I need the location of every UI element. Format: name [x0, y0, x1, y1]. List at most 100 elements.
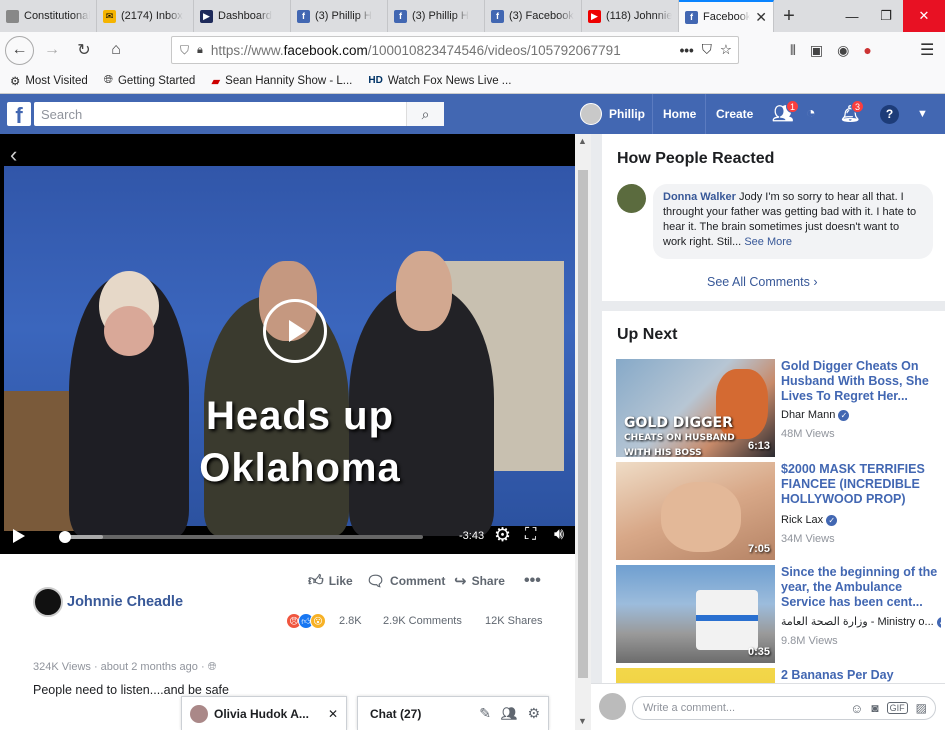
- sidebar-icon[interactable]: ▣: [810, 42, 823, 59]
- group-icon[interactable]: 👥︎: [501, 706, 518, 722]
- commenter-name[interactable]: Donna Walker: [663, 191, 736, 203]
- forward-button[interactable]: →: [38, 36, 66, 64]
- more-actions-icon[interactable]: •••: [680, 43, 694, 58]
- up-next-panel: Up Next GOLD DIGGER CHEATS ON HUSBAND WITH…: [602, 311, 945, 683]
- view-count: 48M Views: [781, 428, 835, 440]
- help-icon[interactable]: ?: [880, 94, 899, 134]
- avatar[interactable]: [33, 587, 63, 617]
- video-thumbnail[interactable]: GOLD DIGGER CHEATS ON HUSBAND WITH HIS BOS…: [616, 359, 775, 457]
- chat-tab[interactable]: Chat (27) ✎ 👥︎ ⚙: [357, 696, 549, 730]
- close-tab-icon[interactable]: ✕: [755, 9, 767, 26]
- gif-icon[interactable]: GIF: [886, 702, 908, 714]
- video-thumbnail[interactable]: 7:05: [616, 462, 775, 560]
- reaction-icons[interactable]: 😠︎ 👍︎ 😮︎: [286, 613, 326, 629]
- account-icon[interactable]: ◉: [837, 42, 849, 59]
- settings-gear-icon[interactable]: ⚙: [527, 705, 540, 722]
- browser-tab[interactable]: ▶ (118) Johnnie: [582, 0, 679, 32]
- up-next-item[interactable]: 7:05 $2000 MASK TERRIFIES FIANCEE (INCRE…: [616, 462, 945, 560]
- back-button[interactable]: ←: [5, 35, 34, 65]
- up-next-item[interactable]: 0:35 Since the beginning of the year, th…: [616, 565, 945, 663]
- see-all-comments-link[interactable]: See All Comments ›: [707, 275, 817, 289]
- reload-button[interactable]: ↻: [70, 36, 98, 64]
- video-title[interactable]: Since the beginning of the year, the Amb…: [781, 565, 941, 610]
- up-next-item[interactable]: GOLD DIGGER CHEATS ON HUSBAND WITH HIS BOS…: [616, 359, 945, 457]
- browser-tab[interactable]: f (3) Facebook: [485, 0, 582, 32]
- play-button[interactable]: [263, 299, 327, 363]
- account-menu-icon[interactable]: ▼: [917, 94, 928, 134]
- create-link[interactable]: Create: [705, 94, 753, 134]
- browser-nav-bar: ← → ↻ ⌂ ⛉ 🔒︎ https://www.facebook.com/10…: [0, 32, 945, 68]
- window-close-button[interactable]: ✕: [903, 0, 945, 32]
- up-next-title: Up Next: [617, 326, 678, 343]
- avatar[interactable]: [617, 184, 646, 213]
- lock-icon[interactable]: 🔒︎: [197, 44, 203, 57]
- bookmark-item[interactable]: 🌐︎ Getting Started: [104, 74, 196, 87]
- browser-tab-active[interactable]: f Facebook ✕: [679, 0, 774, 32]
- comment-input[interactable]: Write a comment... ☺ ◙ GIF ▨: [632, 696, 936, 720]
- video-title[interactable]: $2000 MASK TERRIFIES FIANCEE (INCREDIBLE…: [781, 462, 941, 507]
- search-icon[interactable]: ⌕: [406, 102, 444, 126]
- extension-icon[interactable]: ●: [863, 42, 871, 59]
- browser-tab[interactable]: f (3) Phillip H: [291, 0, 388, 32]
- bookmark-star-icon[interactable]: ☆: [720, 42, 732, 58]
- video-title[interactable]: Gold Digger Cheats On Husband With Boss,…: [781, 359, 941, 404]
- url-bar[interactable]: ⛉ 🔒︎ https://www.facebook.com/1000108234…: [171, 36, 739, 64]
- reactions-count[interactable]: 2.8K: [339, 615, 362, 627]
- home-button[interactable]: ⌂: [102, 36, 130, 64]
- shares-count[interactable]: 12K Shares: [485, 615, 542, 627]
- progress-handle[interactable]: [59, 531, 71, 543]
- new-tab-button[interactable]: +: [774, 0, 804, 32]
- camera-icon[interactable]: ◙: [871, 701, 878, 715]
- menu-icon[interactable]: ☰: [920, 40, 934, 60]
- video-title[interactable]: 2 Bananas Per Day: [781, 668, 941, 683]
- like-button[interactable]: 👍︎ Like: [308, 572, 353, 590]
- play-icon[interactable]: [12, 528, 26, 547]
- bookmark-item[interactable]: HD Watch Fox News Live ...: [368, 75, 511, 87]
- post-author[interactable]: Johnnie Cheadle: [67, 594, 183, 610]
- fullscreen-icon[interactable]: ⛶: [525, 526, 536, 544]
- browser-tab[interactable]: ✉ (2174) Inbox: [97, 0, 194, 32]
- library-icon[interactable]: ⫴: [790, 42, 796, 59]
- dashboard-icon: ▶: [200, 9, 213, 23]
- bookmarks-bar: ⚙ Most Visited 🌐︎ Getting Started ▰ Sean Ha…: [0, 68, 945, 94]
- video-player[interactable]: ‹ Heads up Oklahoma -3:43 ⚙ ⛶ 🔊︎: [0, 134, 575, 554]
- video-thumbnail[interactable]: 0:35: [616, 565, 775, 663]
- browser-tab[interactable]: f (3) Phillip H: [388, 0, 485, 32]
- emoji-icon[interactable]: ☺: [850, 701, 863, 716]
- pocket-icon[interactable]: ⛉: [702, 42, 712, 58]
- see-more-link[interactable]: See More: [744, 236, 792, 248]
- sticker-icon[interactable]: ▨: [916, 701, 927, 715]
- up-next-item[interactable]: 2 Bananas Per Day: [616, 668, 945, 683]
- profile-link[interactable]: Phillip: [580, 94, 645, 134]
- video-duration: 7:05: [747, 543, 770, 555]
- browser-tab[interactable]: Constitutional C: [0, 0, 97, 32]
- comment-button[interactable]: 🗨︎ Comment: [366, 572, 445, 590]
- back-arrow-icon[interactable]: ‹: [10, 142, 17, 168]
- share-button[interactable]: ↪ Share: [454, 572, 505, 590]
- comments-count[interactable]: 2.9K Comments: [383, 615, 462, 627]
- close-icon[interactable]: ✕: [328, 707, 338, 721]
- facebook-logo-icon[interactable]: f: [7, 102, 31, 127]
- scroll-up-icon[interactable]: ▲: [578, 136, 587, 146]
- compose-icon[interactable]: ✎: [479, 705, 491, 722]
- progress-bar[interactable]: [59, 531, 423, 543]
- search-input[interactable]: Search ⌕: [34, 102, 444, 126]
- more-options-icon[interactable]: •••: [524, 572, 541, 590]
- minimize-button[interactable]: —: [835, 0, 869, 32]
- scrollbar-thumb[interactable]: [578, 170, 588, 678]
- shield-icon[interactable]: ⛉: [180, 43, 189, 58]
- bookmark-item[interactable]: ⚙ Most Visited: [10, 74, 88, 88]
- doc-icon: [6, 9, 19, 23]
- volume-icon[interactable]: 🔊︎: [554, 526, 564, 544]
- mail-icon: ✉: [103, 9, 116, 23]
- settings-gear-icon[interactable]: ⚙: [494, 524, 511, 547]
- video-thumbnail[interactable]: [616, 668, 775, 683]
- bookmark-item[interactable]: ▰ Sean Hannity Show - L...: [211, 74, 352, 88]
- home-link[interactable]: Home: [652, 94, 696, 134]
- chat-tab-contact[interactable]: Olivia Hudok A... ✕: [181, 696, 347, 730]
- scrollbar[interactable]: ▲ ▼: [575, 134, 591, 730]
- scroll-down-icon[interactable]: ▼: [578, 716, 587, 726]
- maximize-button[interactable]: ❐: [869, 0, 903, 32]
- browser-tab[interactable]: ▶ Dashboard: [194, 0, 291, 32]
- messenger-icon[interactable]: ◔: [806, 94, 816, 134]
